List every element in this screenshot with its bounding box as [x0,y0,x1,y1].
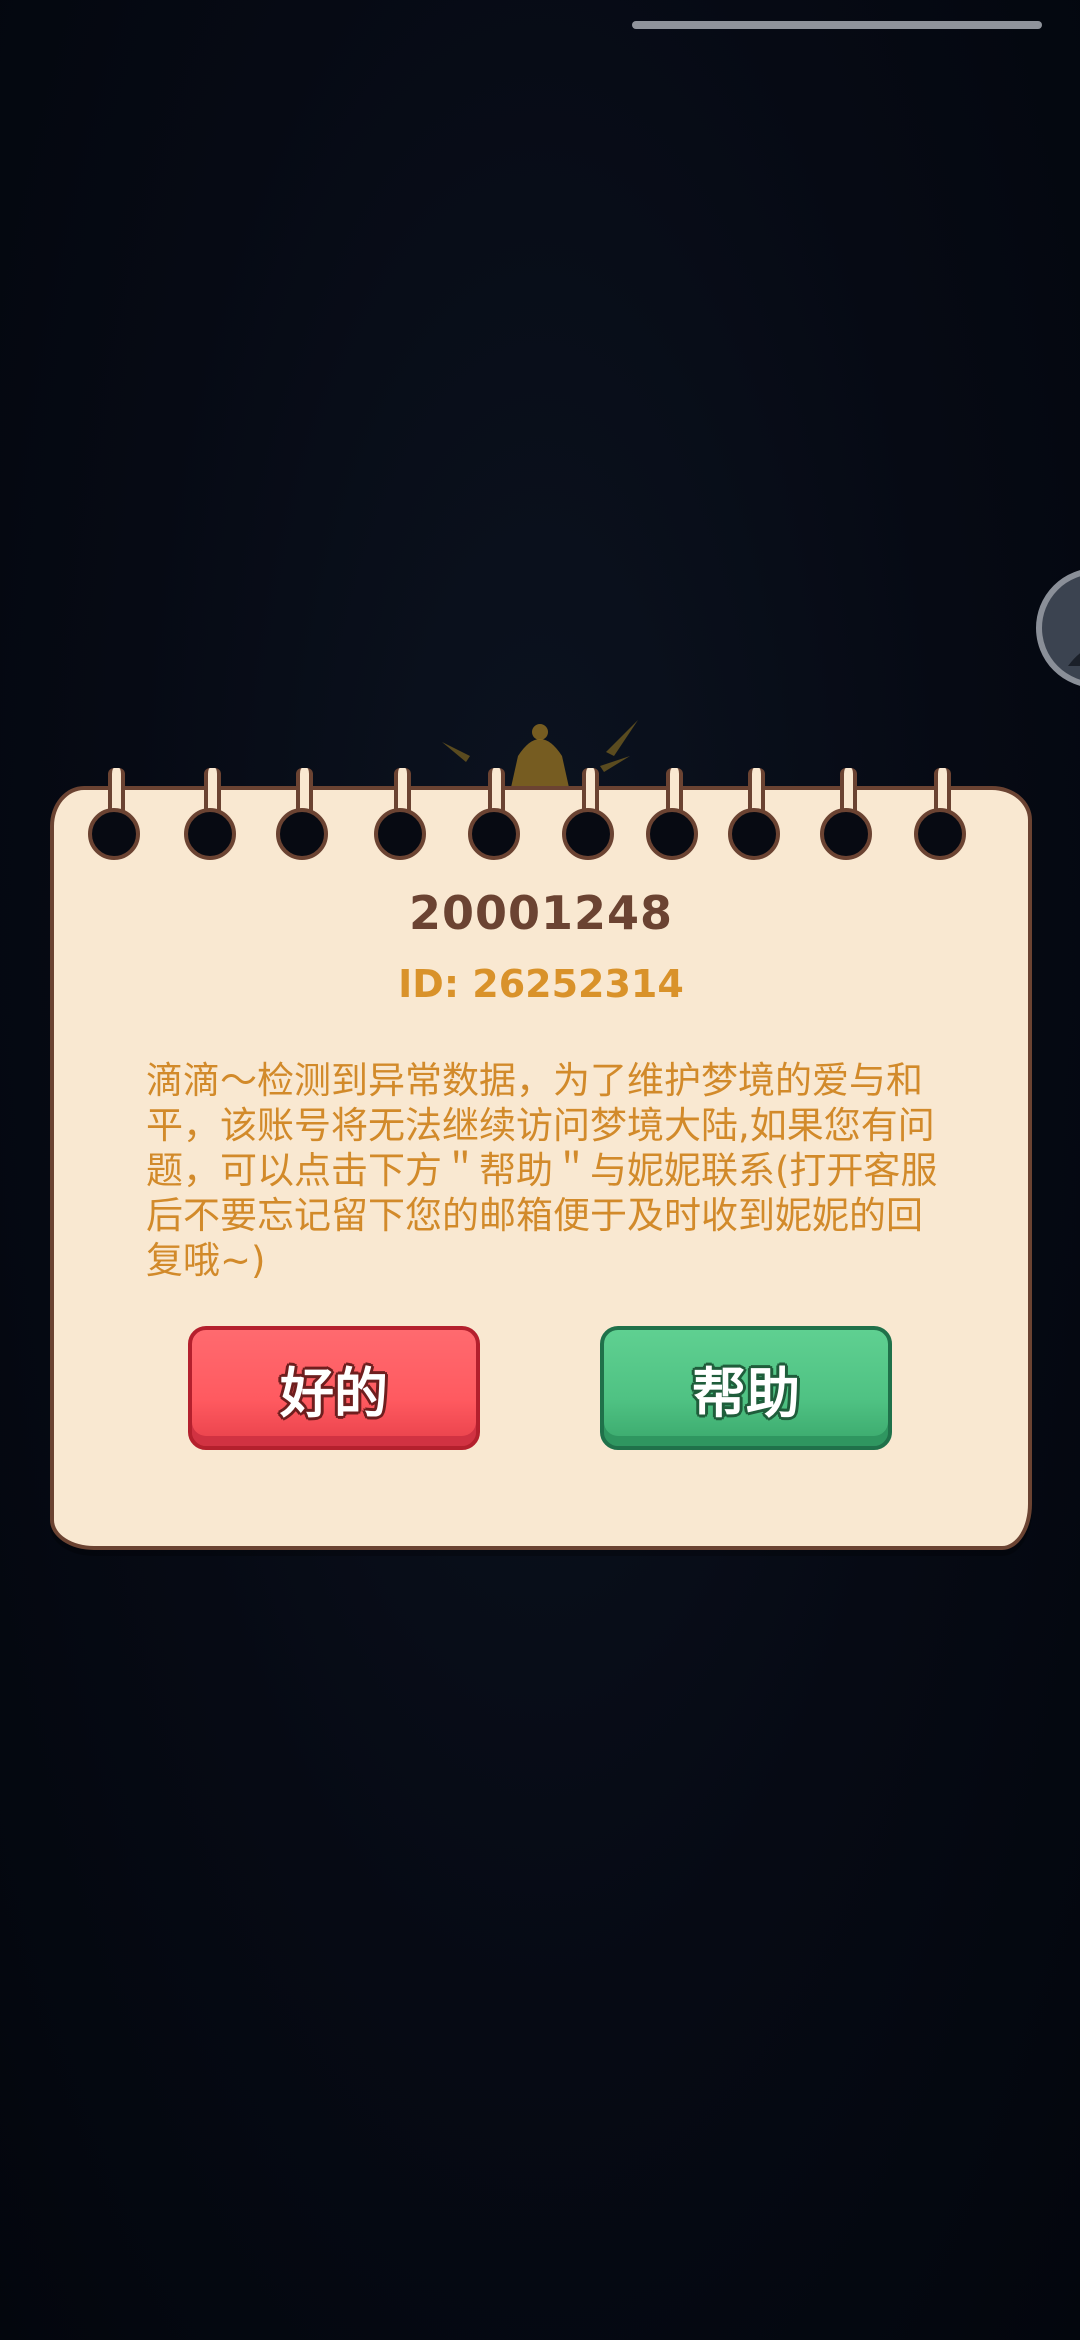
notebook-ring [276,768,328,860]
notebook-ring [468,768,520,860]
help-button-label: 帮助 [691,1360,802,1426]
notebook-ring [184,768,236,860]
notebook-ring [88,768,140,860]
ban-notice-dialog: 20001248 ID: 26252314 滴滴～检测到异常数据，为了维护梦境的… [50,768,1032,1550]
user-id-label: ID: 26252314 [398,962,684,1006]
avatar-icon [1068,653,1080,666]
side-avatar-button[interactable] [1036,568,1080,688]
username-title: 20001248 [408,886,674,940]
help-button[interactable]: 帮助 [600,1326,892,1450]
notebook-ring [914,768,966,860]
notebook-ring [820,768,872,860]
notebook-ring [646,768,698,860]
ban-message: 滴滴～检测到异常数据，为了维护梦境的爱与和平，该账号将无法继续访问梦境大陆,如果… [146,1059,938,1282]
ok-button[interactable]: 好的 [188,1326,480,1450]
bell-icon [442,720,638,792]
ok-button-label: 好的 [279,1360,390,1426]
home-indicator [632,21,1042,29]
notebook-ring [374,768,426,860]
game-screen: 20001248 ID: 26252314 滴滴～检测到异常数据，为了维护梦境的… [0,0,1080,2340]
notebook-ring [562,768,614,860]
notebook-ring [728,768,780,860]
